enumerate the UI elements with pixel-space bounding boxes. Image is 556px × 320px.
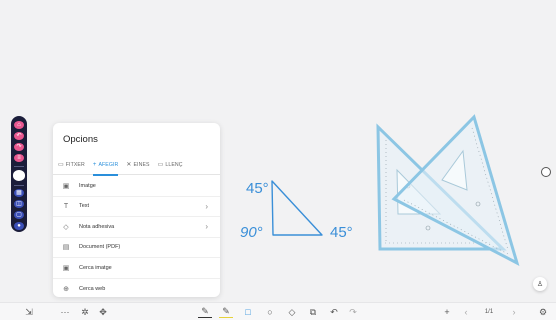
sticky-note-icon: ◇: [63, 223, 69, 231]
tab-eines[interactable]: ✕ EINES: [126, 155, 149, 175]
menu-item-sticky-note[interactable]: ◇ Nota adhesiva ›: [53, 217, 220, 238]
exit-icon[interactable]: ⇲: [22, 306, 36, 318]
grid-icon[interactable]: ▦: [14, 189, 24, 197]
menu-item-text[interactable]: T Text ›: [53, 197, 220, 217]
menu-item-label: Document (PDF): [79, 244, 121, 251]
add-menu: ▣ Imatge T Text › ◇ Nota adhesiva › ▤ Do…: [53, 176, 220, 297]
tools-icon[interactable]: ✲: [78, 306, 92, 318]
shape-icon[interactable]: □: [241, 306, 255, 318]
options-panel: Opcions ▭ FITXER + AFEGIR ✕ EINES ▭ LLEN…: [53, 123, 220, 297]
tab-fitxer[interactable]: ▭ FITXER: [58, 155, 85, 175]
text-icon: T: [63, 202, 69, 210]
redo-icon[interactable]: ↷: [14, 142, 24, 151]
pen-icon[interactable]: ✎: [198, 306, 212, 318]
menu-item-label: Cerca web: [79, 285, 106, 292]
drawn-triangle: [271, 180, 323, 236]
lasso-icon[interactable]: ○: [263, 306, 277, 318]
settings-icon[interactable]: ⚙: [536, 306, 550, 318]
globe-icon: ⊕: [63, 285, 69, 293]
image-icon: ▣: [62, 182, 70, 190]
record-button[interactable]: [13, 170, 25, 181]
menu-item-label: Cerca imatge: [79, 264, 112, 271]
panel-tabs: ▭ FITXER + AFEGIR ✕ EINES ▭ LLENÇ: [53, 155, 220, 176]
menu-item-label: Nota adhesiva: [79, 223, 115, 230]
angle-label-left: 90°: [240, 224, 263, 241]
undo-icon[interactable]: ↶: [14, 131, 24, 140]
menu-item-label: Text: [79, 203, 90, 210]
tab-llenc[interactable]: ▭ LLENÇ: [158, 155, 183, 175]
menu-item-web-search[interactable]: ⊕ Cerca web: [53, 279, 220, 298]
highlighter-icon[interactable]: ✎: [219, 306, 233, 318]
undo-icon[interactable]: ↶: [327, 306, 341, 318]
panel-title: Opcions: [63, 134, 98, 145]
move-icon[interactable]: ✥: [96, 306, 110, 318]
chevron-right-icon: ›: [205, 201, 208, 211]
window-icon[interactable]: ▢: [14, 211, 24, 220]
page-indicator: 1/1: [484, 309, 494, 315]
tab-afegir[interactable]: + AFEGIR: [92, 155, 119, 176]
prev-page-icon[interactable]: ‹: [460, 306, 472, 318]
menu-item-document[interactable]: ▤ Document (PDF): [53, 238, 220, 258]
menu-item-image[interactable]: ▣ Imatge: [53, 176, 220, 197]
menu-icon[interactable]: ≡: [14, 153, 24, 162]
tools-icon: ✕: [126, 162, 132, 168]
screen-capture-icon[interactable]: ⧉: [306, 306, 320, 318]
bottom-toolbar: ⇲ ··· ✲ ✥ ✎ ✎ □ ○ ◇ ⧉ ↶ ↷ + ‹ 1/1 › ⚙: [0, 302, 556, 320]
home-icon[interactable]: ⌂: [14, 120, 24, 129]
angle-label-right: 45°: [330, 224, 353, 241]
more-icon[interactable]: ···: [58, 306, 72, 318]
folder-icon: ▭: [58, 162, 64, 168]
image-search-icon: ▣: [62, 264, 70, 272]
settings-icon[interactable]: ●: [14, 222, 24, 231]
plus-icon: +: [92, 161, 97, 168]
whiteboard-canvas[interactable]: 45° 90° 45° ⌂ ↶ ↷ ≡ ▦ ◫ ▢ ● Opcions ▭ FI…: [0, 0, 556, 302]
angle-label-top: 45°: [246, 180, 269, 197]
menu-item-image-search[interactable]: ▣ Cerca imatge: [53, 258, 220, 279]
left-toolbar-divider: [14, 165, 24, 167]
tab-label: FITXER: [65, 161, 85, 168]
tab-label: AFEGIR: [98, 161, 119, 168]
next-page-icon[interactable]: ›: [508, 306, 520, 318]
tab-label: EINES: [133, 161, 150, 168]
tab-label: LLENÇ: [165, 161, 183, 168]
expand-handle[interactable]: [541, 167, 551, 177]
eraser-icon[interactable]: ◇: [285, 306, 299, 318]
document-icon: ▤: [62, 244, 70, 252]
chevron-right-icon: ›: [205, 222, 208, 231]
user-icon[interactable]: ♙: [533, 277, 547, 291]
add-page-icon[interactable]: +: [440, 306, 454, 318]
layers-icon[interactable]: ◫: [14, 200, 24, 209]
menu-item-label: Imatge: [79, 182, 96, 189]
left-floating-toolbar: ⌂ ↶ ↷ ≡ ▦ ◫ ▢ ●: [11, 116, 27, 232]
redo-icon[interactable]: ↷: [346, 306, 360, 318]
left-toolbar-divider: [14, 184, 24, 186]
canvas-icon: ▭: [157, 162, 164, 168]
